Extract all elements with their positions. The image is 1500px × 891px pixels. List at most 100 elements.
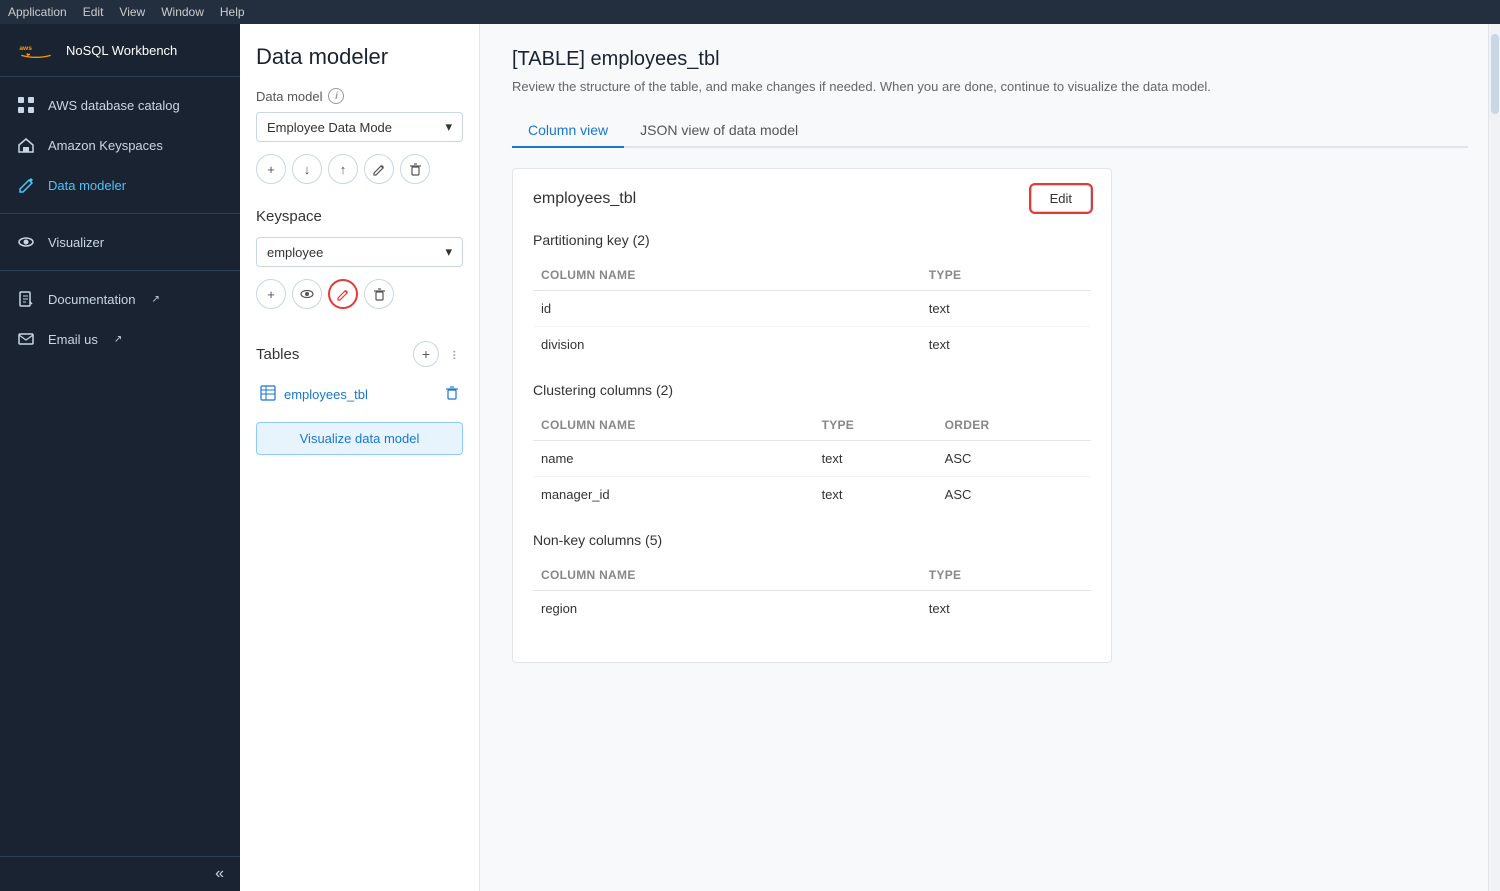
aws-logo-icon: aws <box>16 36 56 64</box>
sidebar-logo: aws NoSQL Workbench <box>0 24 240 77</box>
panel-title: Data modeler <box>256 44 463 70</box>
clustering-columns-table: Column name Type Order nametextASCmanage… <box>533 414 1091 512</box>
import-model-button[interactable]: ↓ <box>292 154 322 184</box>
sidebar-item-visualizer[interactable]: Visualizer <box>0 222 240 262</box>
scrollbar-thumb[interactable] <box>1491 34 1499 114</box>
tab-json-view[interactable]: JSON view of data model <box>624 114 814 148</box>
view-keyspace-button[interactable] <box>292 279 322 309</box>
delete-table-icon[interactable] <box>445 386 459 403</box>
mail-icon <box>16 329 36 349</box>
tab-column-view[interactable]: Column view <box>512 114 624 148</box>
pencil-icon <box>16 175 36 195</box>
keyspace-dropdown[interactable]: employee ▾ <box>256 237 463 267</box>
non-key-columns-heading: Non-key columns (5) <box>533 532 1091 552</box>
tab-bar: Column view JSON view of data model <box>512 114 1468 148</box>
data-model-label: Data model i <box>256 88 463 104</box>
table-row: idtext <box>533 291 1091 327</box>
col-order-header-2: Order <box>937 414 1091 441</box>
table-item[interactable]: employees_tbl <box>256 379 463 410</box>
keyspace-label: Keyspace <box>256 208 322 225</box>
table-card: employees_tbl Edit Partitioning key (2) … <box>512 168 1112 663</box>
col-name-cell: id <box>533 291 921 327</box>
menu-view[interactable]: View <box>119 5 145 19</box>
col-order-cell: ASC <box>937 477 1091 513</box>
col-type-header-1: Type <box>921 264 1091 291</box>
content-area: [TABLE] employees_tbl Review the structu… <box>480 24 1500 891</box>
table-row: divisiontext <box>533 327 1091 363</box>
sidebar-item-catalog[interactable]: AWS database catalog <box>0 85 240 125</box>
keyspace-actions: + <box>256 279 463 309</box>
menu-bar: Application Edit View Window Help <box>0 0 1500 24</box>
more-options-icon[interactable]: ··· <box>445 349 463 359</box>
add-table-button[interactable]: + <box>413 341 439 367</box>
table-row: nametextASC <box>533 441 1091 477</box>
tables-label: Tables <box>256 346 299 363</box>
export-model-button[interactable]: ↑ <box>328 154 358 184</box>
col-name-cell: division <box>533 327 921 363</box>
table-grid-icon <box>260 385 276 404</box>
home-icon <box>16 135 36 155</box>
main-layout: aws NoSQL Workbench AWS database catalog… <box>0 24 1500 891</box>
non-key-columns-table: Column name Type regiontext <box>533 564 1091 626</box>
data-model-dropdown[interactable]: Employee Data Mode ▾ <box>256 112 463 142</box>
table-row: manager_idtextASC <box>533 477 1091 513</box>
keyspace-section-header: Keyspace <box>256 208 463 225</box>
edit-table-button[interactable]: Edit <box>1031 185 1091 212</box>
info-icon: i <box>328 88 344 104</box>
menu-window[interactable]: Window <box>161 5 204 19</box>
table-row: regiontext <box>533 591 1091 627</box>
sidebar-item-keyspaces[interactable]: Amazon Keyspaces <box>0 125 240 165</box>
tables-section: Tables + ··· employees_tbl <box>256 337 463 410</box>
edit-model-button[interactable] <box>364 154 394 184</box>
col-name-header-3: Column name <box>533 564 921 591</box>
delete-keyspace-button[interactable] <box>364 279 394 309</box>
delete-model-button[interactable] <box>400 154 430 184</box>
sidebar-item-docs[interactable]: Documentation ↗ <box>0 279 240 319</box>
col-type-header-2: Type <box>814 414 937 441</box>
sidebar-collapse[interactable]: « <box>0 856 240 891</box>
clustering-header-row: Column name Type Order <box>533 414 1091 441</box>
partitioning-key-table: Column name Type idtextdivisiontext <box>533 264 1091 362</box>
menu-application[interactable]: Application <box>8 5 67 19</box>
col-name-header-2: Column name <box>533 414 814 441</box>
non-key-header-row: Column name Type <box>533 564 1091 591</box>
col-name-header-1: Column name <box>533 264 921 291</box>
sidebar-app-title: NoSQL Workbench <box>66 43 177 58</box>
sidebar-email-label: Email us <box>48 332 98 347</box>
table-card-name: employees_tbl <box>533 190 636 208</box>
menu-edit[interactable]: Edit <box>83 5 104 19</box>
add-model-button[interactable]: + <box>256 154 286 184</box>
svg-text:aws: aws <box>19 45 32 52</box>
grid-icon <box>16 95 36 115</box>
sidebar-nav: AWS database catalog Amazon Keyspaces Da… <box>0 77 240 856</box>
sidebar-docs-label: Documentation <box>48 292 135 307</box>
tables-section-header: Tables + ··· <box>256 341 463 367</box>
sidebar-divider-2 <box>0 270 240 271</box>
add-keyspace-button[interactable]: + <box>256 279 286 309</box>
sidebar-catalog-label: AWS database catalog <box>48 98 180 113</box>
menu-help[interactable]: Help <box>220 5 245 19</box>
sidebar-modeler-label: Data modeler <box>48 178 126 193</box>
table-name: employees_tbl <box>284 387 368 402</box>
col-name-cell: manager_id <box>533 477 814 513</box>
collapse-icon[interactable]: « <box>215 865 224 883</box>
col-type-cell: text <box>814 477 937 513</box>
clustering-columns-heading: Clustering columns (2) <box>533 382 1091 402</box>
col-type-cell: text <box>921 591 1091 627</box>
sidebar-item-email[interactable]: Email us ↗ <box>0 319 240 359</box>
dropdown-chevron-icon: ▾ <box>445 119 452 135</box>
col-order-cell: ASC <box>937 441 1091 477</box>
scrollbar[interactable] <box>1488 24 1500 891</box>
edit-keyspace-button[interactable] <box>328 279 358 309</box>
sidebar-item-modeler[interactable]: Data modeler <box>0 165 240 205</box>
sidebar-keyspaces-label: Amazon Keyspaces <box>48 138 163 153</box>
col-type-header-3: Type <box>921 564 1091 591</box>
keyspace-chevron-icon: ▾ <box>445 244 452 260</box>
col-name-cell: region <box>533 591 921 627</box>
col-type-cell: text <box>921 291 1091 327</box>
content-description: Review the structure of the table, and m… <box>512 79 1468 94</box>
content-table-title: [TABLE] employees_tbl <box>512 48 1468 71</box>
sidebar-visualizer-label: Visualizer <box>48 235 104 250</box>
visualize-button[interactable]: Visualize data model <box>256 422 463 455</box>
col-type-cell: text <box>814 441 937 477</box>
